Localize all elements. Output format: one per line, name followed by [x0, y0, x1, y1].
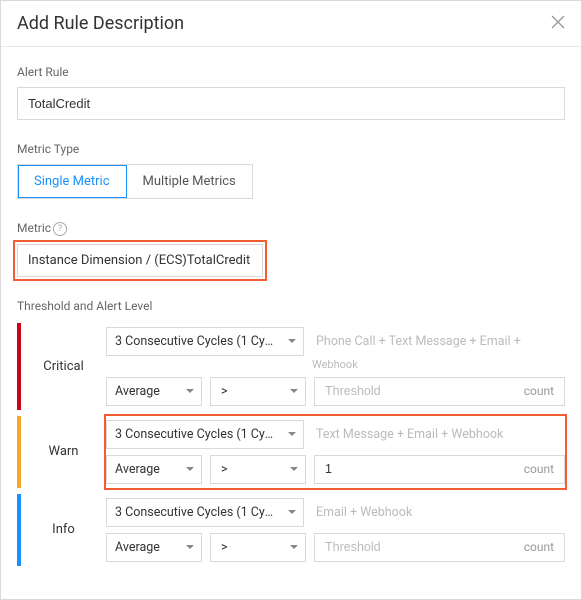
level-warn-row1: 3 Consecutive Cycles (1 Cycle ... Text M…	[106, 420, 565, 449]
alert-levels: Critical 3 Consecutive Cycles (1 Cycle .…	[17, 323, 565, 566]
operator-select[interactable]: >	[210, 377, 306, 406]
level-warn-row2: Average > count	[106, 455, 565, 484]
level-critical-row1: 3 Consecutive Cycles (1 Cycle ... Phone …	[106, 327, 565, 356]
threshold-section: Threshold and Alert Level Critical 3 Con…	[17, 299, 565, 566]
dialog-title: Add Rule Description	[17, 13, 184, 34]
metric-type-section: Metric Type Single Metric Multiple Metri…	[17, 142, 565, 199]
level-critical: Critical 3 Consecutive Cycles (1 Cycle .…	[17, 323, 565, 410]
level-info: Info 3 Consecutive Cycles (1 Cycle ... E…	[17, 494, 565, 566]
level-info-body: 3 Consecutive Cycles (1 Cycle ... Email …	[106, 494, 565, 566]
level-info-name: Info	[21, 494, 106, 566]
level-info-row1: 3 Consecutive Cycles (1 Cycle ... Email …	[106, 498, 565, 527]
level-warn: Warn 3 Consecutive Cycles (1 Cycle ... T…	[17, 416, 565, 488]
dialog-header: Add Rule Description	[1, 1, 581, 47]
threshold-input[interactable]	[325, 540, 462, 554]
operator-select[interactable]: >	[210, 455, 306, 484]
level-warn-name: Warn	[21, 416, 106, 488]
level-warn-body: 3 Consecutive Cycles (1 Cycle ... Text M…	[106, 416, 565, 488]
unit-label: count	[524, 540, 554, 554]
aggregation-select[interactable]: Average	[106, 533, 202, 562]
threshold-input[interactable]	[325, 384, 462, 398]
level-critical-sublabel-row: Webhook	[106, 358, 565, 371]
alert-rule-input[interactable]	[17, 87, 565, 120]
metric-label: Metric	[17, 221, 565, 236]
tab-multiple-metrics[interactable]: Multiple Metrics	[127, 165, 252, 198]
metric-highlight: Instance Dimension / (ECS)TotalCredit	[17, 244, 263, 277]
channel-label: Text Message + Email + Webhook	[312, 427, 565, 442]
threshold-field[interactable]: count	[314, 533, 565, 562]
metric-section: Metric Instance Dimension / (ECS)TotalCr…	[17, 221, 565, 277]
level-critical-row2: Average > count	[106, 377, 565, 406]
level-info-row2: Average > count	[106, 533, 565, 562]
cycles-select[interactable]: 3 Consecutive Cycles (1 Cycle ...	[106, 327, 304, 356]
dialog: Add Rule Description Alert Rule Metric T…	[0, 0, 582, 600]
dialog-body: Alert Rule Metric Type Single Metric Mul…	[1, 47, 581, 576]
threshold-field[interactable]: count	[314, 455, 565, 484]
aggregation-select[interactable]: Average	[106, 455, 202, 484]
alert-rule-label: Alert Rule	[17, 65, 565, 79]
channel-label: Email + Webhook	[312, 505, 565, 520]
channel-label: Phone Call + Text Message + Email +	[312, 334, 565, 349]
operator-select[interactable]: >	[210, 533, 306, 562]
unit-label: count	[524, 384, 554, 398]
threshold-section-label: Threshold and Alert Level	[17, 299, 565, 313]
close-icon[interactable]	[551, 15, 565, 33]
alert-rule-section: Alert Rule	[17, 65, 565, 120]
channel-sublabel: Webhook	[312, 358, 358, 371]
aggregation-select[interactable]: Average	[106, 377, 202, 406]
metric-type-tabs: Single Metric Multiple Metrics	[17, 164, 253, 199]
level-critical-name: Critical	[21, 323, 106, 410]
threshold-input[interactable]	[325, 462, 462, 476]
level-critical-body: 3 Consecutive Cycles (1 Cycle ... Phone …	[106, 323, 565, 410]
threshold-field[interactable]: count	[314, 377, 565, 406]
cycles-select[interactable]: 3 Consecutive Cycles (1 Cycle ...	[106, 498, 304, 527]
metric-type-label: Metric Type	[17, 142, 565, 156]
unit-label: count	[524, 462, 554, 476]
tab-single-metric[interactable]: Single Metric	[18, 165, 127, 198]
metric-value[interactable]: Instance Dimension / (ECS)TotalCredit	[17, 244, 263, 277]
cycles-select[interactable]: 3 Consecutive Cycles (1 Cycle ...	[106, 420, 304, 449]
